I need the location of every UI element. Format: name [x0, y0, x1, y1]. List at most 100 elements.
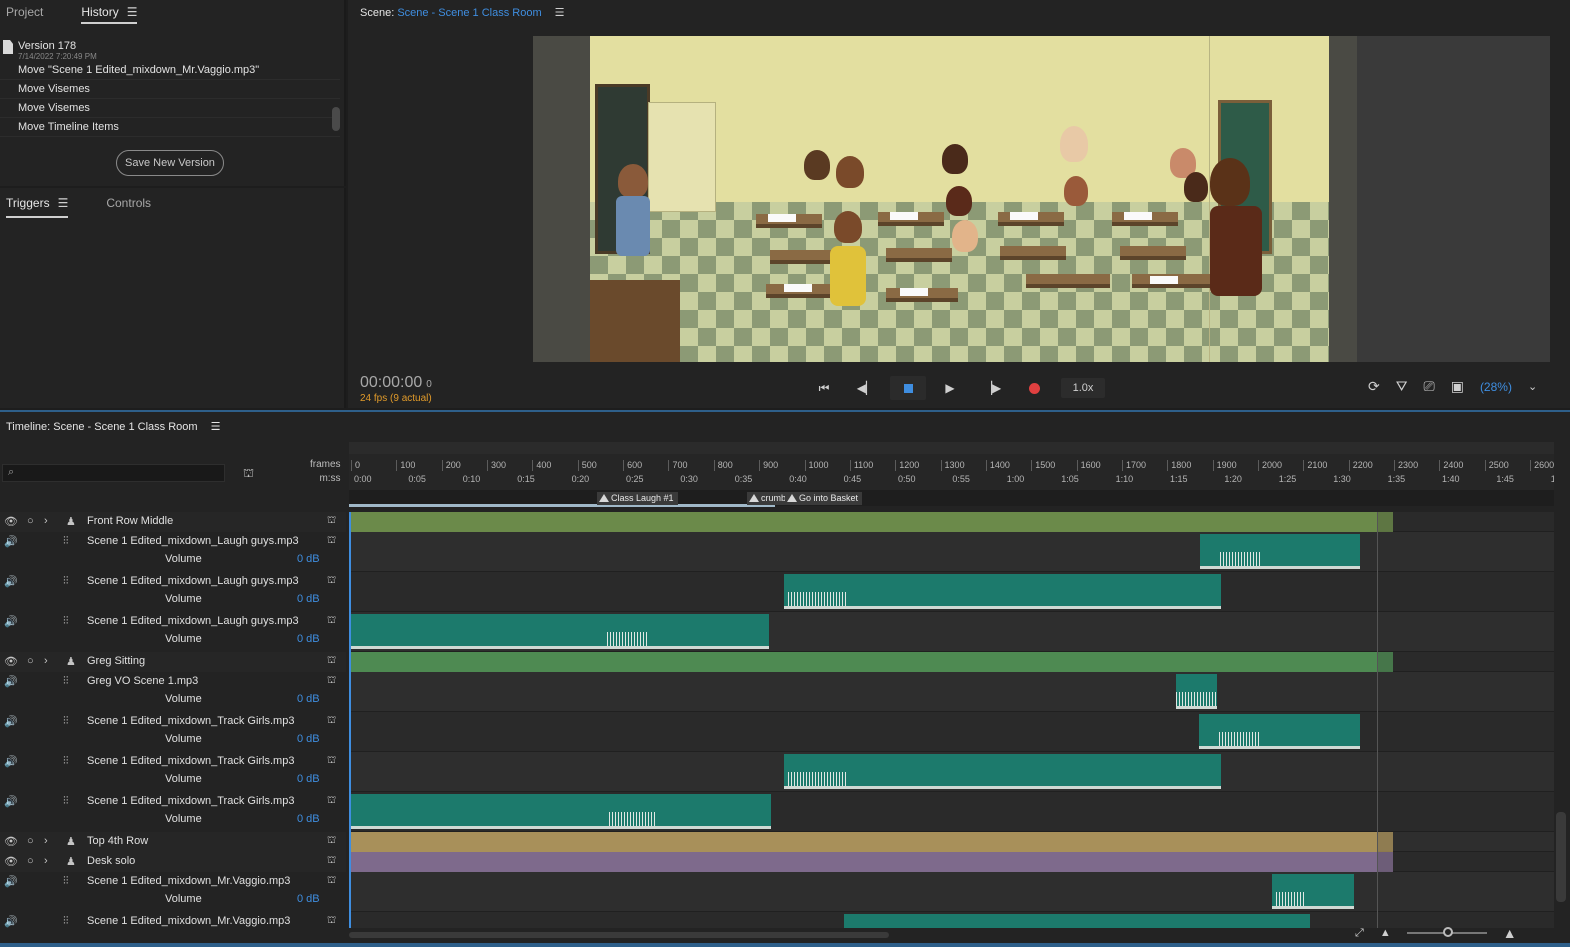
track-pin-icon[interactable]: ⛫ [327, 655, 336, 668]
group-clip-end[interactable] [1377, 652, 1393, 672]
volume-value[interactable]: 0 dB [297, 773, 320, 785]
audio-lane[interactable] [349, 752, 1554, 792]
playback-speed-select[interactable]: 1.0x [1061, 378, 1105, 398]
volume-value[interactable]: 0 dB [297, 813, 320, 825]
audio-track-header[interactable]: 🔊 ⫶⫶ Scene 1 Edited_mixdown_Laugh guys.mp3… [0, 612, 346, 632]
audio-track-header[interactable]: 🔊 ⫶⫶ Scene 1 Edited_mixdown_Laugh guys.mp3… [0, 532, 346, 552]
markers-row[interactable]: Class Laugh #1 crumb Go into Basket [349, 490, 1554, 507]
chevron-right-icon[interactable]: › [44, 835, 48, 847]
track-pin-icon[interactable]: ⛫ [327, 615, 336, 628]
speaker-icon[interactable]: 🔊 [4, 575, 18, 588]
audio-clip[interactable] [349, 794, 771, 829]
speaker-icon[interactable]: 🔊 [4, 715, 18, 728]
history-item[interactable]: Move Visemes [0, 99, 340, 118]
audio-clip[interactable] [784, 754, 1221, 789]
volume-value[interactable]: 0 dB [297, 893, 320, 905]
group-lane[interactable] [349, 832, 1554, 852]
track-pin-icon[interactable]: ⛫ [327, 855, 336, 868]
speaker-icon[interactable]: 🔊 [4, 675, 18, 688]
group-track-header[interactable]: 👁 ○ › ♟ Top 4th Row ⛫ [0, 832, 346, 852]
group-lane[interactable] [349, 852, 1554, 872]
snap-icon[interactable]: ⛫ [243, 466, 254, 482]
zoom-level[interactable]: (28%) [1480, 380, 1512, 394]
audio-clip[interactable] [844, 914, 1310, 928]
tab-history[interactable]: History ☰ [81, 0, 138, 24]
track-search[interactable]: ⌕ [2, 464, 225, 482]
search-input[interactable] [21, 466, 219, 480]
zoom-in-icon[interactable]: ▲ [1503, 925, 1517, 941]
eye-icon[interactable]: 👁 [4, 655, 18, 668]
chevron-right-icon[interactable]: › [44, 855, 48, 867]
audio-lane[interactable] [349, 712, 1554, 752]
record-button[interactable] [1013, 376, 1055, 400]
zoom-slider-handle[interactable] [1442, 927, 1453, 937]
history-version-item[interactable]: Version 178 7/14/2022 7:20:49 PM [0, 37, 340, 61]
audio-track-header[interactable]: 🔊 ⫶⫶ Scene 1 Edited_mixdown_Track Girls.mp… [0, 752, 346, 772]
timeline-marker[interactable]: crumb [747, 492, 787, 505]
timeline-vertical-scrollbar[interactable] [1556, 812, 1566, 902]
group-clip-end[interactable] [1377, 852, 1393, 872]
track-pin-icon[interactable]: ⛫ [327, 715, 336, 728]
history-scrollbar[interactable] [332, 107, 340, 131]
tab-triggers[interactable]: Triggers ☰ [6, 188, 69, 218]
audio-track-header[interactable]: 🔊 ⫶⫶ Greg VO Scene 1.mp3 ⛫ [0, 672, 346, 692]
track-pin-icon[interactable]: ⛫ [327, 535, 336, 548]
scene-name-link[interactable]: Scene - Scene 1 Class Room [397, 7, 541, 19]
play-icon[interactable]: ▶ [929, 376, 971, 400]
track-pin-icon[interactable]: ⛫ [327, 795, 336, 808]
track-pin-icon[interactable]: ⛫ [327, 675, 336, 688]
group-track-header[interactable]: 👁 ○ › ♟ Front Row Middle ⛫ [0, 512, 346, 532]
volume-value[interactable]: 0 dB [297, 693, 320, 705]
stage-icon[interactable]: ⛛ [1396, 378, 1408, 395]
volume-value[interactable]: 0 dB [297, 733, 320, 745]
solo-circle-icon[interactable]: ○ [27, 835, 34, 847]
track-pin-icon[interactable]: ⛫ [327, 515, 336, 528]
solo-circle-icon[interactable]: ○ [27, 855, 34, 867]
skip-to-start-icon[interactable]: ⏮ [803, 376, 845, 400]
eye-icon[interactable]: 👁 [4, 835, 18, 848]
audio-clip[interactable] [784, 574, 1221, 609]
hamburger-icon[interactable]: ☰ [58, 196, 69, 210]
solo-circle-icon[interactable]: ○ [27, 515, 34, 527]
timeline-marker[interactable]: Go into Basket [785, 492, 863, 505]
audio-track-header[interactable]: 🔊 ⫶⫶ Scene 1 Edited_mixdown_Track Girls.mp… [0, 712, 346, 732]
speaker-icon[interactable]: 🔊 [4, 795, 18, 808]
history-item[interactable]: Move "Scene 1 Edited_mixdown_Mr.Vaggio.m… [0, 61, 340, 80]
audio-clip[interactable] [1176, 674, 1217, 709]
track-pin-icon[interactable]: ⛫ [327, 755, 336, 768]
hamburger-icon[interactable]: ☰ [555, 7, 565, 19]
audio-clip[interactable] [1199, 714, 1360, 749]
hamburger-icon[interactable]: ☰ [127, 5, 138, 19]
audio-clip[interactable] [1272, 874, 1354, 909]
audio-clip[interactable] [1200, 534, 1360, 569]
tab-controls[interactable]: Controls [106, 188, 151, 218]
group-clip-bar[interactable] [349, 652, 1377, 672]
audio-lane[interactable] [349, 532, 1554, 572]
chevron-right-icon[interactable]: › [44, 655, 48, 667]
track-pin-icon[interactable]: ⛫ [327, 575, 336, 588]
volume-value[interactable]: 0 dB [297, 593, 320, 605]
group-track-header[interactable]: 👁 ○ › ♟ Desk solo ⛫ [0, 852, 346, 872]
refresh-icon[interactable]: ⟳ [1368, 378, 1380, 395]
save-new-version-button[interactable]: Save New Version [116, 150, 224, 176]
group-lane[interactable] [349, 652, 1554, 672]
audio-track-header[interactable]: 🔊 ⫶⫶ Scene 1 Edited_mixdown_Mr.Vaggio.mp3 ⛫ [0, 912, 346, 928]
ruler-work-area[interactable] [349, 442, 1554, 454]
speaker-icon[interactable]: 🔊 [4, 875, 18, 888]
track-pin-icon[interactable]: ⛫ [327, 915, 336, 928]
scene-viewport[interactable] [533, 36, 1550, 362]
speaker-icon[interactable]: 🔊 [4, 535, 18, 548]
group-lane[interactable] [349, 512, 1554, 532]
volume-value[interactable]: 0 dB [297, 633, 320, 645]
stop-button[interactable] [890, 376, 926, 400]
scroll-thumb[interactable] [349, 932, 889, 938]
timeline-ruler[interactable]: 0 100 200 300 400 500 600 700 800 900 1000 1100 1200… [349, 442, 1554, 490]
history-item[interactable]: Move Timeline Items [0, 118, 340, 137]
timeline-zoom-slider[interactable] [1406, 927, 1487, 937]
group-clip-bar[interactable] [349, 832, 1377, 852]
playhead[interactable] [349, 512, 351, 928]
eye-icon[interactable]: 👁 [4, 515, 18, 528]
track-pin-icon[interactable]: ⛫ [327, 875, 336, 888]
group-clip-bar[interactable] [349, 512, 1377, 532]
group-track-header[interactable]: 👁 ○ › ♟ Greg Sitting ⛫ [0, 652, 346, 672]
